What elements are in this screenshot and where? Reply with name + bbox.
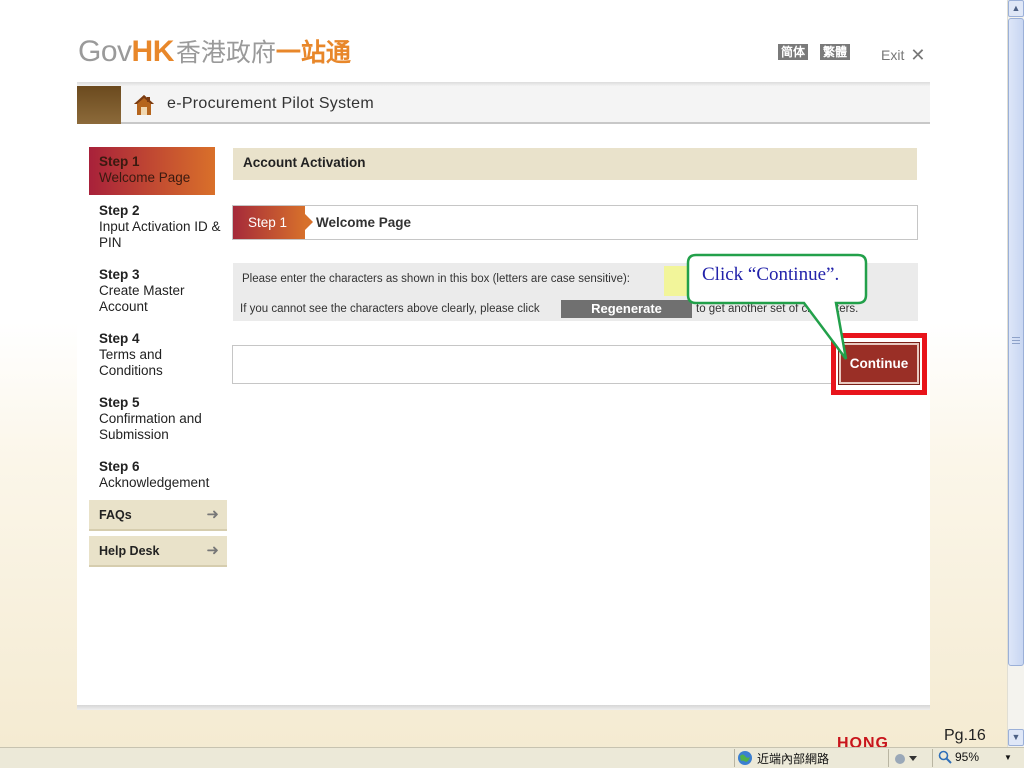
captcha-hint-before: If you cannot see the characters above c… (240, 303, 540, 315)
page-bottom-divider (77, 705, 930, 710)
home-icon[interactable] (133, 94, 155, 116)
status-separator (932, 749, 933, 767)
system-title-bar: e-Procurement Pilot System (77, 86, 930, 124)
sidebar-step-4: Step 4 Terms and Conditions (99, 331, 229, 379)
arrow-right-icon: ➜ (206, 542, 219, 559)
govhk-logo[interactable]: Gov HK 香港政府 一站通 (78, 33, 351, 68)
regenerate-button[interactable]: Regenerate (561, 300, 692, 318)
sidebar-step-1: Step 1 Welcome Page (89, 147, 215, 195)
captcha-prompt: Please enter the characters as shown in … (242, 273, 630, 285)
browser-status-bar (0, 747, 1024, 768)
close-icon: ✕ (910, 45, 926, 65)
step-number: Step 2 (99, 203, 140, 218)
logo-gov: Gov (78, 35, 132, 68)
step-label: Confirmation and Submission (99, 411, 202, 442)
step-number: Step 4 (99, 331, 140, 346)
step-label: Acknowledgement (99, 475, 210, 490)
sidebar-step-2: Step 2 Input Activation ID & PIN (99, 203, 229, 251)
scroll-down-button[interactable]: ▼ (1008, 729, 1024, 746)
zoom-level: 95% (955, 750, 980, 764)
sidebar-step-5: Step 5 Confirmation and Submission (99, 395, 229, 443)
step-label: Terms and Conditions (99, 347, 163, 378)
step-number: Step 1 (99, 154, 140, 169)
lang-simplified-button[interactable]: 简体 (778, 44, 809, 60)
protected-mode-icon[interactable] (893, 751, 919, 765)
chevron-down-icon: ▼ (1004, 752, 1012, 762)
security-zone-label: 近端內部網路 (757, 751, 830, 766)
current-step-bar: Step 1 Welcome Page (232, 205, 918, 240)
exit-label: Exit (881, 47, 905, 63)
section-title: Account Activation (233, 148, 917, 180)
help-desk-label: Help Desk (99, 544, 160, 558)
scrollbar-grip (1012, 337, 1020, 346)
current-step-label: Welcome Page (316, 215, 412, 230)
magnifier-icon (938, 750, 952, 764)
zoom-control[interactable]: 95% ▼ (938, 750, 1012, 764)
exit-button[interactable]: Exit ✕ (881, 45, 926, 65)
title-bar-accent (77, 86, 121, 124)
sidebar-step-6: Step 6 Acknowledgement (99, 459, 229, 491)
current-step-tag: Step 1 (233, 206, 313, 239)
hong-logo-text: HONG (837, 735, 889, 747)
status-separator (888, 749, 889, 767)
faqs-button[interactable]: FAQs ➜ (89, 500, 227, 531)
security-zone[interactable]: 近端內部網路 (737, 750, 829, 766)
step-number: Step 5 (99, 395, 140, 410)
status-separator (734, 749, 735, 767)
arrow-right-icon: ➜ (206, 506, 219, 523)
logo-cn-orange: 一站通 (275, 39, 351, 67)
step-label: Input Activation ID & PIN (99, 219, 221, 250)
page-number: Pg.16 (944, 727, 986, 744)
system-title: e-Procurement Pilot System (167, 95, 374, 112)
logo-cn-grey: 香港政府 (175, 39, 276, 67)
sidebar-step-3: Step 3 Create Master Account (99, 267, 229, 315)
globe-icon (738, 751, 752, 765)
callout-text: Click “Continue”. (702, 264, 840, 285)
logo-hk: HK (131, 35, 175, 68)
step-number: Step 3 (99, 267, 140, 282)
lang-traditional-button[interactable]: 繁體 (820, 44, 851, 60)
step-label: Create Master Account (99, 283, 185, 314)
scroll-up-button[interactable]: ▲ (1008, 0, 1024, 17)
step-label: Welcome Page (99, 170, 191, 185)
step-number: Step 6 (99, 459, 140, 474)
help-desk-button[interactable]: Help Desk ➜ (89, 536, 227, 567)
faqs-label: FAQs (99, 508, 132, 522)
